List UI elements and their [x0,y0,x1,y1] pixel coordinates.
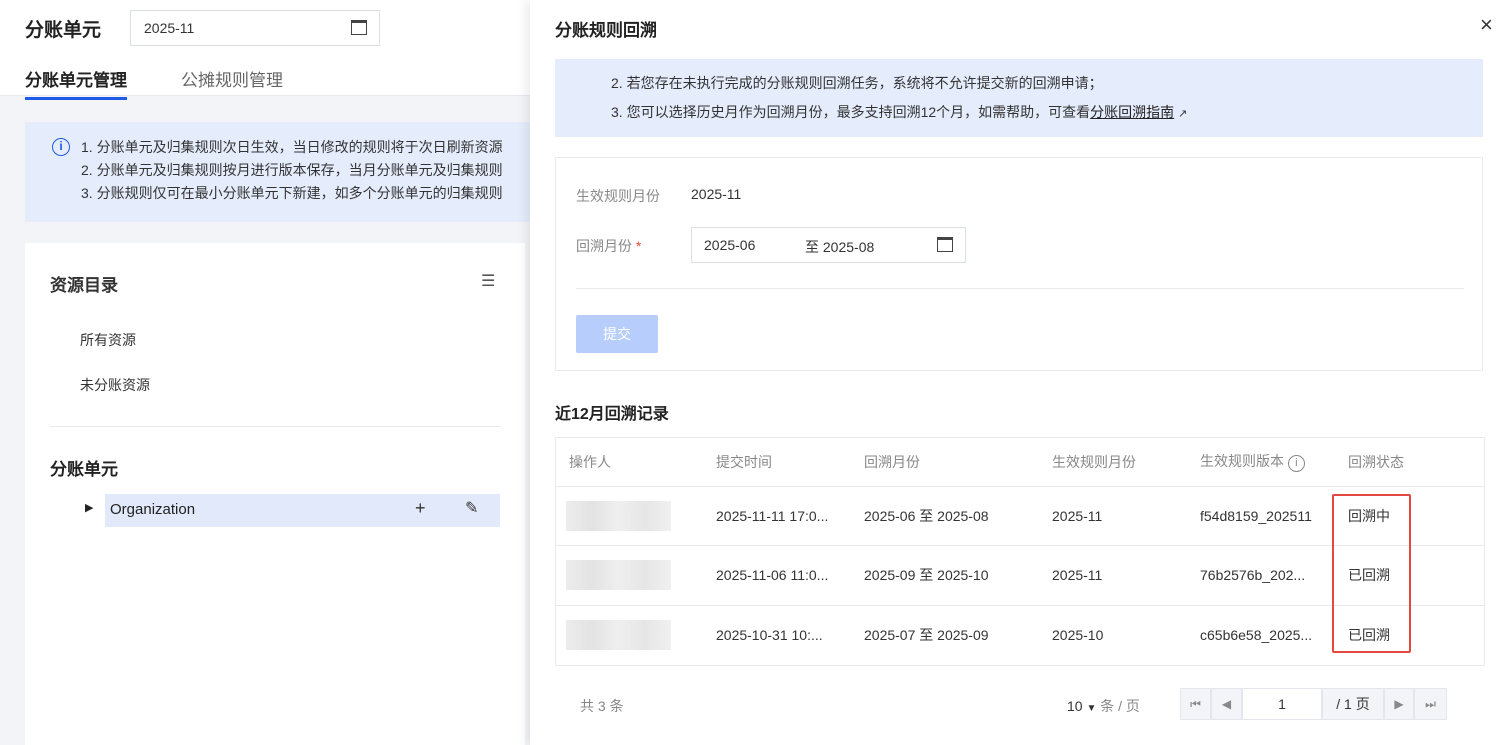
month-picker[interactable]: 2025-11 [130,10,380,46]
unit-title: 分账单元 [50,460,118,479]
cell: 2025-11-06 11:0... [703,545,851,606]
month-range-picker[interactable]: 2025-06 至 2025-08 [691,227,966,263]
range-start[interactable]: 2025-06 [704,237,755,253]
notice-line: 2. 若您存在未执行完成的分账规则回溯任务，系统将不允许提交新的回溯申请； [611,75,1103,91]
calendar-icon [937,237,953,252]
drawer-notice: 2. 若您存在未执行完成的分账规则回溯任务，系统将不允许提交新的回溯申请； 3.… [555,59,1483,137]
page-input[interactable]: 1 [1242,688,1322,720]
cell: 2025-11 [1039,545,1187,606]
sidebar-item-unallocated[interactable]: 未分账资源 [80,375,150,395]
page-size-select[interactable]: 10 ▼ 条 / 页 [1067,696,1140,716]
info-icon: i [52,138,70,156]
cell: 2025-10 [1052,627,1104,643]
submit-button[interactable]: 提交 [576,315,658,353]
divider [576,288,1464,289]
guide-link[interactable]: 分账回溯指南 [1090,104,1174,120]
resource-dir-title: 资源目录 [50,276,118,295]
col-version-label: 生效规则版本 [1200,453,1284,470]
resource-card: 资源目录 ☰ 所有资源 未分账资源 分账单元 ▶ Organization + … [25,243,525,745]
per-page-label: 条 / 页 [1100,698,1140,714]
status-highlight-box [1332,494,1411,653]
range-end: 2025-08 [822,239,875,255]
page-title: 分账单元 [25,20,102,41]
notice-line: 2. 分账单元及归集规则按月进行版本保存，当月分账单元及归集规则 [81,162,503,178]
rollback-drawer: 分账规则回溯 × 2. 若您存在未执行完成的分账规则回溯任务，系统将不允许提交新… [530,0,1508,745]
chevron-down-icon: ▼ [1086,703,1097,714]
last-page-button[interactable]: ⏭ [1414,688,1447,720]
total-count: 共 3 条 [580,698,624,714]
col-range: 回溯月份 [851,438,1039,487]
tree-node-organization[interactable]: Organization [105,494,500,527]
next-page-button[interactable]: ▶ [1384,688,1414,720]
cell: c65b6e58_2025... [1200,627,1313,643]
notice-line: 3. 分账规则仅可在最小分账单元下新建，如多个分账单元的归集规则 [81,185,503,201]
rollback-form: 生效规则月份 2025-11 回溯月份 * 2025-06 至 2025-08 … [555,157,1483,371]
rule-month-value: 2025-11 [691,186,742,202]
cell: 2025-07 至 2025-09 [864,627,989,643]
close-icon[interactable]: × [1480,12,1493,38]
blurred-operator [566,620,671,650]
range-end-wrap[interactable]: 至 2025-08 [805,237,874,257]
total-pages: / 1 页 [1322,688,1384,720]
cell: 2025-09 至 2025-10 [851,545,1039,606]
collapse-menu-icon[interactable]: ☰ [481,271,495,291]
cell: 76b2576b_202... [1187,545,1335,606]
prev-page-button[interactable]: ◀ [1211,688,1242,720]
external-link-icon: ↗ [1178,108,1188,120]
notice-box: 1. 分账单元及归集规则次日生效，当日修改的规则将于次日刷新资源 2. 分账单元… [25,122,530,222]
cell: f54d8159_202511 [1187,486,1335,546]
col-status: 回溯状态 [1335,438,1484,487]
month-value: 2025-11 [144,20,195,36]
col-operator: 操作人 [556,438,703,487]
rule-month-label: 生效规则月份 [576,188,660,204]
col-version: 生效规则版本 i [1187,438,1335,487]
add-icon[interactable]: + [415,498,426,519]
records-title: 近12月回溯记录 [555,406,669,423]
info-icon[interactable]: i [1287,455,1305,473]
drawer-header: 分账规则回溯 × [530,0,1508,59]
page-size: 10 [1067,698,1083,714]
col-submit-time: 提交时间 [703,438,851,487]
range-label: 回溯月份 [576,238,632,254]
cell: 2025-06 至 2025-08 [851,486,1039,546]
edit-pencil-icon[interactable]: ✎ [465,498,478,518]
blurred-operator [566,500,671,531]
cell: 2025-11-11 17:0... [703,486,851,546]
drawer-title: 分账规则回溯 [555,21,657,40]
cell: 2025-11 [1039,486,1187,546]
expand-arrow-icon[interactable]: ▶ [85,501,93,514]
sidebar-item-all[interactable]: 所有资源 [80,330,136,350]
divider [50,426,500,427]
required-mark: * [635,238,642,254]
tab-shared-rule-management[interactable]: 公摊规则管理 [181,66,283,91]
notice-line: 3. 您可以选择历史月作为回溯月份，最多支持回溯12个月，如需帮助，可查看 [611,104,1091,120]
cell: 2025-10-31 10:... [716,627,823,643]
tab-unit-management[interactable]: 分账单元管理 [25,66,127,100]
col-rule-month: 生效规则月份 [1039,438,1187,487]
first-page-button[interactable]: ⏮ [1180,688,1211,720]
notice-line: 1. 分账单元及归集规则次日生效，当日修改的规则将于次日刷新资源 [81,139,503,155]
tree-node-label: Organization [110,501,196,518]
blurred-operator [566,560,671,591]
range-sep: 至 [805,239,819,255]
calendar-icon [351,20,367,35]
